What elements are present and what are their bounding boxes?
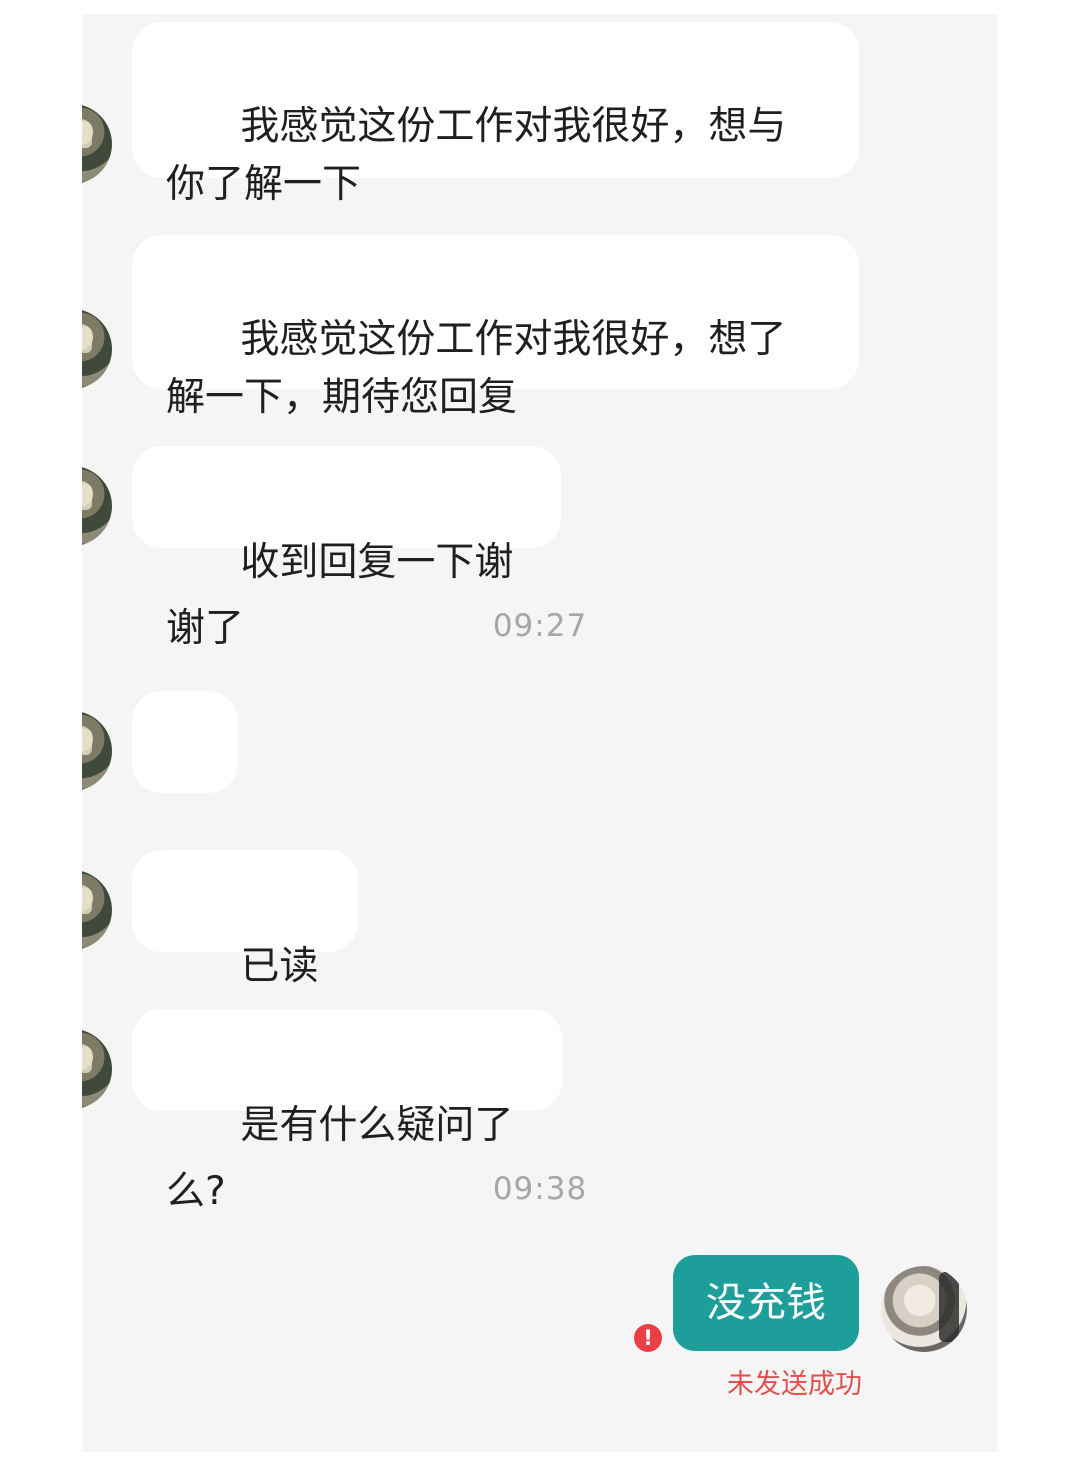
outgoing-message-bubble[interactable]: 没充钱 <box>673 1255 859 1351</box>
message-row-incoming: 我感觉这份工作对我很好，想了解一下，期待您回复 <box>82 235 998 420</box>
contact-avatar[interactable] <box>82 870 112 950</box>
incoming-message-bubble[interactable]: 是有什么疑问了么? <box>132 1009 562 1214</box>
message-row-incoming: ？ <box>82 691 998 896</box>
timestamp-label: 09:38 <box>492 1171 588 1207</box>
contact-avatar[interactable] <box>82 466 112 546</box>
message-row-outgoing: 没充钱 ! 未发送成功 <box>82 1254 998 1414</box>
message-row-incoming: 是有什么疑问了么? <box>82 1009 998 1214</box>
contact-avatar[interactable] <box>82 1029 112 1109</box>
incoming-message-bubble[interactable]: 已读不回 <box>132 850 358 1055</box>
message-text: 没充钱 <box>706 1280 826 1326</box>
timestamp-label: 09:27 <box>492 608 588 644</box>
chat-panel: 我感觉这份工作对我很好，想与你了解一下 我感觉这份工作对我很好，想了解一下，期待… <box>82 14 998 1452</box>
message-row-incoming: 收到回复一下谢谢了 <box>82 446 998 651</box>
message-row-incoming: 我感觉这份工作对我很好，想与你了解一下 <box>82 22 998 207</box>
contact-avatar[interactable] <box>82 309 112 389</box>
user-avatar[interactable] <box>881 1266 967 1352</box>
contact-avatar[interactable] <box>82 711 112 791</box>
message-text: 我感觉这份工作对我很好，想与你了解一下 <box>166 104 787 207</box>
message-row-incoming: 已读不回 <box>82 850 998 1055</box>
incoming-message-bubble[interactable]: 收到回复一下谢谢了 <box>132 446 561 651</box>
send-failed-note: 未发送成功 <box>727 1369 862 1400</box>
incoming-message-bubble[interactable]: 我感觉这份工作对我很好，想了解一下，期待您回复 <box>132 235 859 420</box>
contact-avatar[interactable] <box>82 104 112 184</box>
message-text: 我感觉这份工作对我很好，想了解一下，期待您回复 <box>166 317 787 420</box>
exclamation-circle-icon[interactable]: ! <box>634 1324 662 1352</box>
incoming-message-bubble[interactable]: 我感觉这份工作对我很好，想与你了解一下 <box>132 22 859 207</box>
incoming-message-bubble[interactable]: ？ <box>132 691 238 896</box>
